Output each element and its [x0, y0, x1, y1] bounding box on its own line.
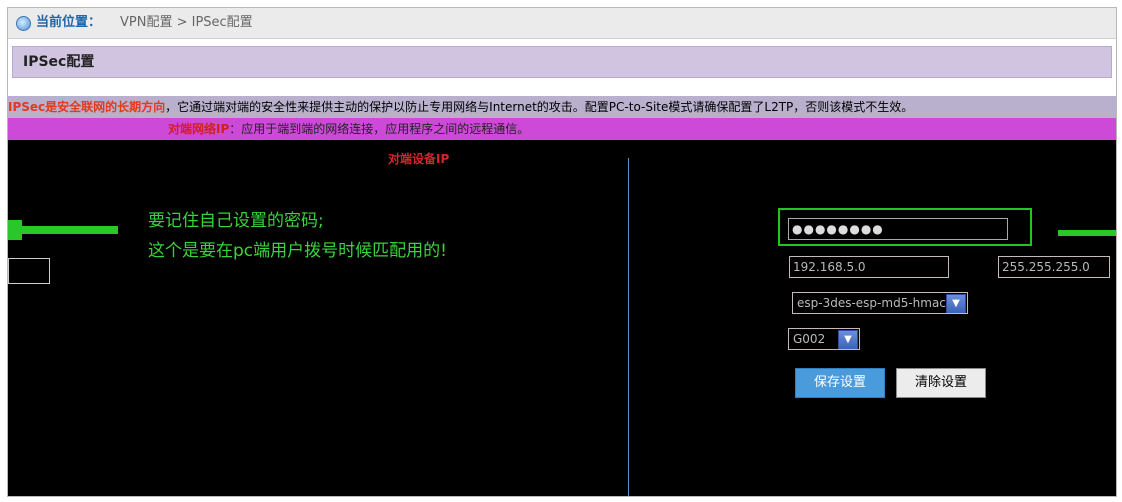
mask-input[interactable]: 255.255.255.0	[998, 256, 1110, 278]
globe-icon	[16, 16, 31, 31]
peer-device-label: 对端设备IP	[388, 152, 450, 166]
divider	[628, 158, 629, 496]
breadcrumb-path[interactable]: VPN配置 > IPSec配置	[120, 8, 253, 38]
chevron-down-icon[interactable]: ▼	[838, 330, 858, 349]
annotation-line2: 这个是要在pc端用户拨号时候匹配用的!	[148, 241, 447, 261]
banner-highlight-1: IPSec是安全联网的长期方向	[8, 100, 166, 114]
banner-text-2: ：应用于端到端的网络连接，应用程序之间的远程通信。	[229, 122, 530, 136]
dh-group-select[interactable]: G002 ▼	[788, 328, 860, 350]
save-button[interactable]: 保存设置	[795, 368, 885, 398]
banner-highlight-2: 对端网络IP	[168, 122, 230, 136]
info-banner-line1: IPSec是安全联网的长期方向，它通过端对端的安全性来提供主动的保护以防止专用网…	[8, 96, 1116, 118]
left-input-fragment[interactable]	[8, 258, 50, 284]
annotation-arrow-left	[8, 226, 118, 234]
page-title: IPSec配置	[12, 46, 1112, 78]
annotation-line1: 要记住自己设置的密码;	[148, 211, 324, 231]
encryption-select[interactable]: esp-3des-esp-md5-hmac ▼	[792, 292, 968, 314]
breadcrumb: 当前位置： VPN配置 > IPSec配置	[8, 8, 1116, 39]
form-area	[8, 140, 1116, 496]
chevron-down-icon[interactable]: ▼	[946, 294, 966, 313]
info-banner-line2: 对端网络IP：应用于端到端的网络连接，应用程序之间的远程通信。	[8, 118, 1116, 140]
breadcrumb-label: 当前位置：	[36, 15, 102, 30]
preshared-key-input[interactable]: ●●●●●●●●	[788, 218, 1008, 240]
banner-text-1: ，它通过端对端的安全性来提供主动的保护以防止专用网络与Internet的攻击。配…	[165, 100, 914, 114]
clear-button[interactable]: 清除设置	[896, 368, 986, 398]
annotation-arrow-right	[1058, 230, 1116, 236]
app-frame: 当前位置： VPN配置 > IPSec配置 IPSec配置 IPSec是安全联网…	[7, 7, 1117, 497]
ip-input[interactable]: 192.168.5.0	[789, 256, 949, 278]
